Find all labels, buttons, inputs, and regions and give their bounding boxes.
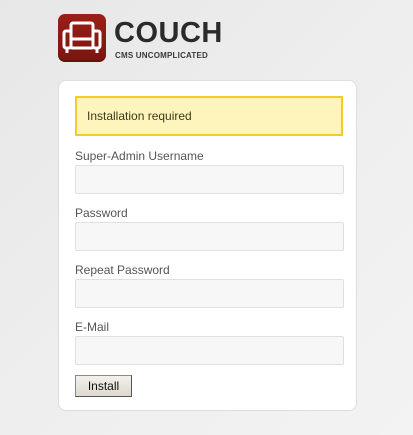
installation-notice: Installation required	[75, 96, 343, 136]
email-label: E-Mail	[75, 320, 110, 334]
repeat-password-label: Repeat Password	[75, 263, 170, 277]
couch-logo: COUCH CMS UNCOMPLICATED	[58, 14, 222, 64]
username-input[interactable]	[75, 165, 344, 194]
install-button[interactable]: Install	[75, 375, 132, 397]
couch-icon	[58, 14, 106, 62]
logo-title: COUCH	[114, 17, 223, 49]
password-input[interactable]	[75, 222, 344, 251]
logo-tagline: CMS UNCOMPLICATED	[115, 51, 209, 60]
email-input[interactable]	[75, 336, 344, 365]
repeat-password-input[interactable]	[75, 279, 344, 308]
username-label: Super-Admin Username	[75, 149, 204, 163]
password-label: Password	[75, 206, 128, 220]
install-form-card: Installation required Super-Admin Userna…	[58, 80, 357, 411]
